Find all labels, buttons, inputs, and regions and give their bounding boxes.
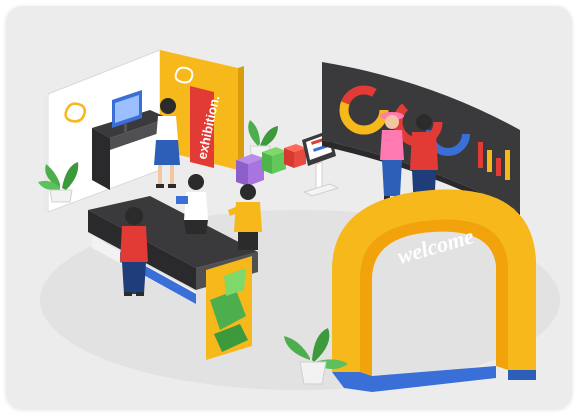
exhibition-scene: exhibition. welcome [38,49,560,392]
illustration-card: exhibition. welcome [6,6,572,409]
display-boxes [236,144,306,186]
